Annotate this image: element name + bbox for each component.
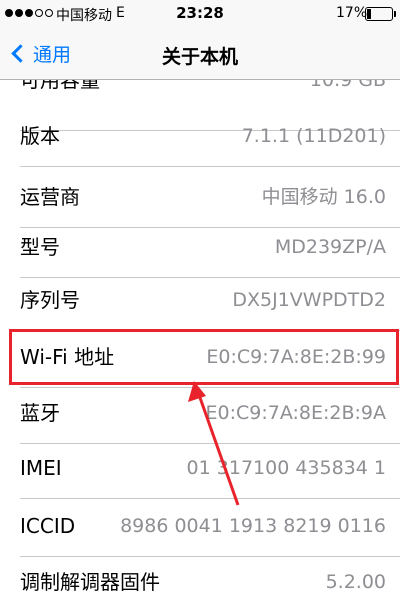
table-row-version: 版本 7.1.1 (11D201) [0, 106, 400, 167]
row-label: 版本 [20, 124, 60, 148]
table-row-imei: IMEI 01 317100 435834 1 [0, 438, 400, 499]
row-value: 5.2.00 [325, 571, 386, 593]
table-row-serial: 序列号 DX5J1VWPDTD2 [0, 270, 400, 331]
table-row-iccid: ICCID 8986 0041 1913 8219 0116 [0, 496, 400, 557]
row-label: 型号 [20, 235, 60, 259]
row-value: 7.1.1 (11D201) [241, 125, 386, 147]
page-title: 关于本机 [161, 46, 238, 68]
about-table: 可用容量 10.9 GB 版本 7.1.1 (11D201) 运营商 中国移动 … [0, 80, 400, 611]
table-row-modem-firmware: 调制解调器固件 5.2.00 [0, 552, 400, 611]
row-label: 序列号 [20, 288, 80, 312]
row-value: MD239ZP/A [274, 236, 386, 258]
battery-percent: 17% [336, 5, 368, 21]
row-label: ICCID [20, 514, 76, 538]
table-row-model: 型号 MD239ZP/A [0, 217, 400, 278]
row-value: 8986 0041 1913 8219 0116 [120, 515, 386, 537]
row-value: E0:C9:7A:8E:2B:9A [205, 402, 386, 424]
table-row-wifi-address: Wi-Fi 地址 E0:C9:7A:8E:2B:99 [0, 327, 400, 388]
navigation-bar: 通用 关于本机 [0, 28, 400, 80]
battery-icon [365, 7, 396, 21]
row-label: 蓝牙 [20, 401, 60, 425]
row-value: DX5J1VWPDTD2 [232, 289, 386, 311]
row-label: IMEI [20, 456, 62, 480]
row-value: E0:C9:7A:8E:2B:99 [206, 346, 386, 368]
table-row-bluetooth: 蓝牙 E0:C9:7A:8E:2B:9A [0, 383, 400, 444]
row-value: 01 317100 435834 1 [186, 457, 386, 479]
row-label: 调制解调器固件 [20, 570, 160, 594]
row-label: Wi-Fi 地址 [20, 345, 115, 369]
status-bar: 中国移动 E 23:28 17% [0, 0, 400, 28]
